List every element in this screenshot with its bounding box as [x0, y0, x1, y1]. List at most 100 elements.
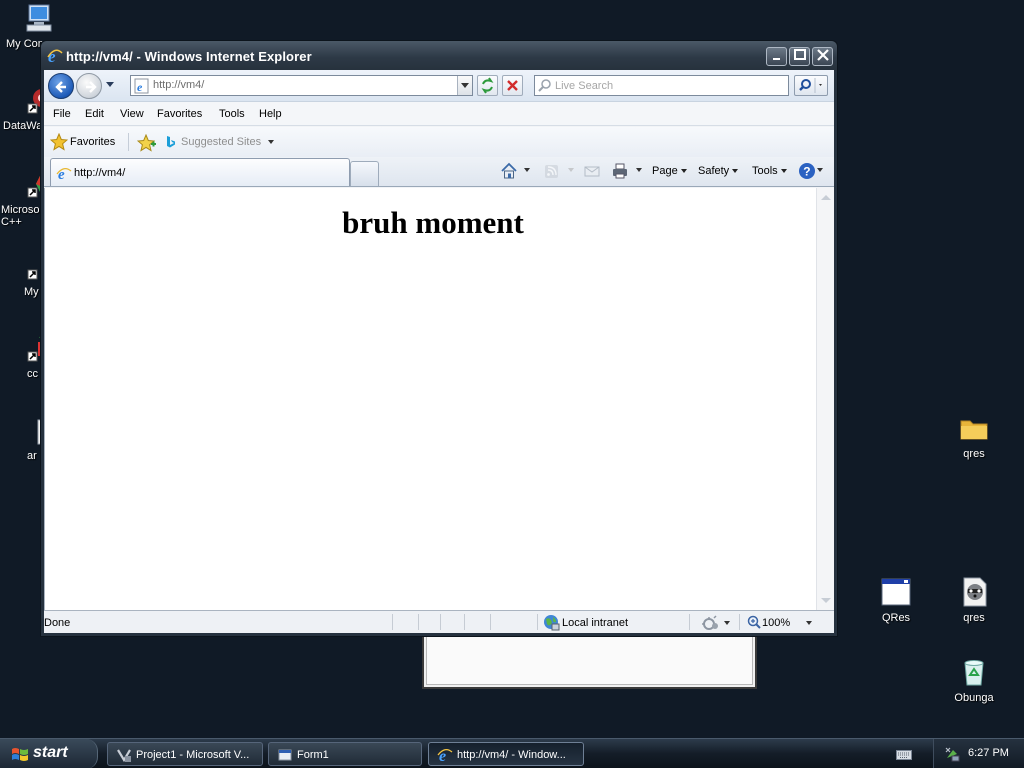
taskbar-button-label: http://vm4/ - Window...: [457, 749, 566, 761]
tab-vm4[interactable]: e http://vm4/: [50, 158, 350, 186]
menu-edit[interactable]: Edit: [85, 108, 104, 120]
address-bar[interactable]: e http://vm4/: [130, 75, 473, 96]
search-placeholder: Live Search: [555, 80, 614, 92]
safety-menu-button[interactable]: Safety: [698, 165, 739, 177]
desktop-icon-label: Obunga: [954, 692, 994, 704]
status-divider: [490, 614, 491, 630]
start-button[interactable]: start: [0, 739, 98, 768]
rss-feed-icon[interactable]: [543, 162, 561, 183]
back-button[interactable]: [48, 73, 74, 99]
scroll-down-icon[interactable]: [821, 598, 831, 603]
security-zone-label: Local intranet: [562, 617, 629, 629]
folder-icon: [958, 412, 990, 444]
add-to-favorites-bar-icon[interactable]: [136, 133, 157, 155]
form1-window[interactable]: [422, 636, 757, 689]
search-icon: [538, 79, 552, 96]
search-button[interactable]: [794, 75, 828, 96]
chevron-down-icon: [268, 140, 275, 145]
home-icon[interactable]: [500, 162, 518, 183]
help-dropdown[interactable]: [817, 168, 823, 172]
desktop-icon-recycle-bin[interactable]: Obunga: [934, 656, 1014, 704]
suggested-sites-button[interactable]: Suggested Sites: [181, 136, 275, 148]
desktop-icon-label: qres: [963, 612, 985, 624]
globe-icon: [543, 614, 560, 634]
favorites-star-icon: [49, 132, 69, 154]
keyboard-icon[interactable]: [896, 750, 912, 763]
help-icon[interactable]: ?: [798, 162, 816, 183]
menu-favorites[interactable]: Favorites: [157, 108, 202, 120]
close-icon: [816, 49, 829, 64]
desktop-icon-qres-file[interactable]: qres: [934, 576, 1014, 624]
maximize-button[interactable]: [789, 47, 810, 66]
taskbar-button-form1[interactable]: Form1: [268, 742, 422, 766]
refresh-button[interactable]: [477, 75, 498, 96]
favorites-separator: [128, 133, 129, 151]
visual-basic-icon: [116, 747, 132, 766]
chevron-down-icon: [780, 169, 787, 174]
protected-mode-icon[interactable]: [702, 615, 720, 634]
search-input[interactable]: Live Search: [534, 75, 789, 96]
desktop-icon-label: QRes: [881, 612, 911, 624]
taskbar-button-project1[interactable]: Project1 - Microsoft V...: [107, 742, 263, 766]
suggested-sites-label: Suggested Sites: [181, 136, 262, 148]
new-tab-button[interactable]: [350, 161, 379, 186]
minimize-icon: [772, 49, 782, 64]
menu-tools[interactable]: Tools: [219, 108, 245, 120]
forward-button[interactable]: [76, 73, 102, 99]
application-window-icon: [880, 576, 912, 608]
refresh-icon: [478, 77, 497, 98]
ie-page-icon: e: [56, 166, 72, 185]
status-divider: [689, 614, 690, 630]
status-divider: [418, 614, 419, 630]
stop-icon: [503, 80, 522, 98]
desktop-icon-qres-folder[interactable]: qres: [934, 412, 1014, 460]
network-icon[interactable]: [944, 746, 960, 765]
windows-logo-icon: [11, 746, 29, 766]
taskbar-button-label: Project1 - Microsoft V...: [136, 749, 250, 761]
computer-icon: [22, 2, 54, 34]
search-go-icon: [795, 78, 827, 98]
chevron-down-icon[interactable]: [724, 621, 730, 625]
home-dropdown[interactable]: [524, 168, 530, 172]
zoom-icon[interactable]: [747, 615, 761, 632]
svg-text:?: ?: [803, 165, 810, 179]
vertical-scrollbar[interactable]: [816, 188, 834, 610]
page-icon: e: [134, 78, 150, 97]
status-divider: [440, 614, 441, 630]
menu-view[interactable]: View: [120, 108, 144, 120]
menu-file[interactable]: File: [53, 108, 71, 120]
address-dropdown-button[interactable]: [457, 76, 472, 95]
menu-help[interactable]: Help: [259, 108, 282, 120]
close-button[interactable]: [812, 47, 833, 66]
minimize-button[interactable]: [766, 47, 787, 66]
print-dropdown[interactable]: [636, 168, 642, 172]
recycle-bin-icon: [958, 656, 990, 688]
ie-title-bar[interactable]: e http://vm4/ - Windows Internet Explore…: [41, 41, 837, 71]
form-window-icon: [277, 747, 293, 766]
system-tray: 6:27 PM: [933, 739, 1024, 768]
ie-logo-icon: e: [47, 47, 63, 67]
raccoon-file-icon: [958, 576, 990, 608]
zoom-dropdown-icon[interactable]: [806, 621, 812, 625]
read-mail-icon[interactable]: [583, 162, 601, 183]
print-icon[interactable]: [611, 162, 629, 183]
page-content[interactable]: bruh moment: [44, 188, 816, 610]
stop-button[interactable]: [502, 75, 523, 96]
clock[interactable]: 6:27 PM: [968, 747, 1009, 759]
tab-label: http://vm4/: [74, 167, 126, 179]
scroll-up-icon[interactable]: [821, 195, 831, 200]
favorites-button[interactable]: Favorites: [70, 136, 115, 148]
rss-dropdown[interactable]: [568, 168, 574, 172]
ie-window[interactable]: e http://vm4/ - Windows Internet Explore…: [40, 40, 838, 637]
address-url: http://vm4/: [153, 79, 205, 91]
tools-menu-button[interactable]: Tools: [752, 165, 787, 177]
zoom-level[interactable]: 100%: [762, 617, 790, 629]
desktop-icon-qres-app[interactable]: QRes: [856, 576, 936, 624]
page-menu-button[interactable]: Page: [652, 165, 687, 177]
taskbar: start Project1 - Microsoft V... Form1 e …: [0, 738, 1024, 768]
svg-text:e: e: [137, 80, 143, 94]
tab-row: e http://vm4/ Page Safety Tools ?: [44, 157, 834, 187]
ie-client-area: e http://vm4/ Live Search File Edit View: [44, 70, 834, 633]
recent-pages-dropdown[interactable]: [106, 82, 114, 87]
taskbar-button-ie[interactable]: e http://vm4/ - Window...: [428, 742, 584, 766]
